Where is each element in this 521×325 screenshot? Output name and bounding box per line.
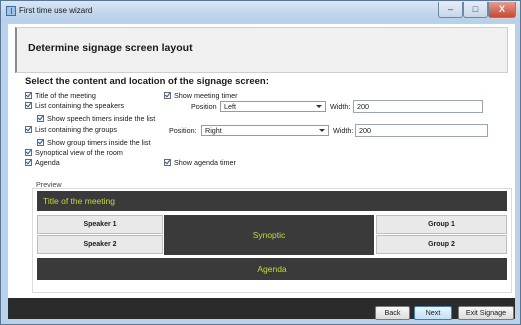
preview-group-1: Group 1 — [376, 215, 507, 234]
preview-synoptic: Synoptic — [164, 215, 374, 255]
back-button[interactable]: Back — [375, 306, 410, 320]
list-speakers-option[interactable]: List containing the speakers — [25, 101, 124, 110]
synoptical-view-option[interactable]: Synoptical view of the room — [25, 148, 123, 157]
show-speech-timers-checkbox[interactable] — [37, 115, 44, 122]
exit-signage-button[interactable]: Exit Signage — [458, 306, 514, 320]
show-agenda-timer-label: Show agenda timer — [174, 158, 236, 167]
list-speakers-label: List containing the speakers — [35, 101, 125, 110]
section-title: Select the content and location of the s… — [25, 76, 269, 87]
groups-width-input[interactable]: 200 — [355, 124, 488, 137]
show-group-timers-checkbox[interactable] — [37, 139, 44, 146]
show-speech-timers-option[interactable]: Show speech timers inside the list — [37, 114, 155, 123]
groups-position-label: Position: — [169, 126, 197, 135]
list-groups-checkbox[interactable] — [25, 126, 32, 133]
speakers-position-label: Position — [191, 102, 217, 111]
agenda-checkbox[interactable] — [25, 159, 32, 166]
title-of-meeting-option[interactable]: Title of the meeting — [25, 91, 96, 100]
show-agenda-timer-option[interactable]: Show agenda timer — [164, 158, 236, 167]
chevron-down-icon — [319, 129, 325, 132]
show-group-timers-option[interactable]: Show group timers inside the list — [37, 138, 150, 147]
show-meeting-timer-option[interactable]: Show meeting timer — [164, 91, 238, 100]
synoptical-view-label: Synoptical view of the room — [35, 148, 123, 157]
show-speech-timers-label: Show speech timers inside the list — [47, 114, 156, 123]
show-group-timers-label: Show group timers inside the list — [47, 138, 151, 147]
agenda-label: Agenda — [35, 158, 60, 167]
minimize-button[interactable]: – — [438, 2, 463, 18]
preview-title-bar: Title of the meeting — [37, 191, 507, 211]
list-groups-label: List containing the groups — [35, 125, 117, 134]
groups-position-value: Right — [205, 126, 222, 135]
window-title: First time use wizard — [19, 6, 93, 15]
close-button[interactable]: X — [488, 2, 516, 18]
agenda-option[interactable]: Agenda — [25, 158, 60, 167]
show-meeting-timer-checkbox[interactable] — [164, 92, 171, 99]
speakers-position-value: Left — [224, 102, 236, 111]
title-of-meeting-label: Title of the meeting — [35, 91, 96, 100]
groups-width-label: Width: — [333, 126, 354, 135]
app-icon — [6, 6, 16, 16]
show-meeting-timer-label: Show meeting timer — [174, 91, 238, 100]
preview-group-2: Group 2 — [376, 235, 507, 254]
list-speakers-checkbox[interactable] — [25, 102, 32, 109]
chevron-down-icon — [316, 105, 322, 108]
groups-position-select[interactable]: Right — [201, 125, 329, 136]
speakers-position-select[interactable]: Left — [220, 101, 326, 112]
preview-agenda: Agenda — [37, 258, 507, 280]
next-button[interactable]: Next — [414, 306, 452, 320]
layout-preview: Title of the meeting Speaker 1 Speaker 2… — [32, 188, 512, 293]
page-header: Determine signage screen layout — [15, 27, 508, 73]
show-agenda-timer-checkbox[interactable] — [164, 159, 171, 166]
wizard-content: Determine signage screen layout Select t… — [8, 24, 515, 298]
app-window: First time use wizard – □ X Determine si… — [0, 0, 521, 325]
preview-speaker-1: Speaker 1 — [37, 215, 163, 234]
maximize-button[interactable]: □ — [463, 2, 488, 18]
page-title: Determine signage screen layout — [28, 42, 193, 54]
title-bar: First time use wizard – □ X — [1, 1, 520, 22]
preview-speaker-2: Speaker 2 — [37, 235, 163, 254]
synoptical-view-checkbox[interactable] — [25, 149, 32, 156]
list-groups-option[interactable]: List containing the groups — [25, 125, 117, 134]
speakers-width-input[interactable]: 200 — [353, 100, 483, 113]
title-of-meeting-checkbox[interactable] — [25, 92, 32, 99]
client-area: Determine signage screen layout Select t… — [8, 24, 515, 320]
speakers-width-label: Width: — [330, 102, 351, 111]
